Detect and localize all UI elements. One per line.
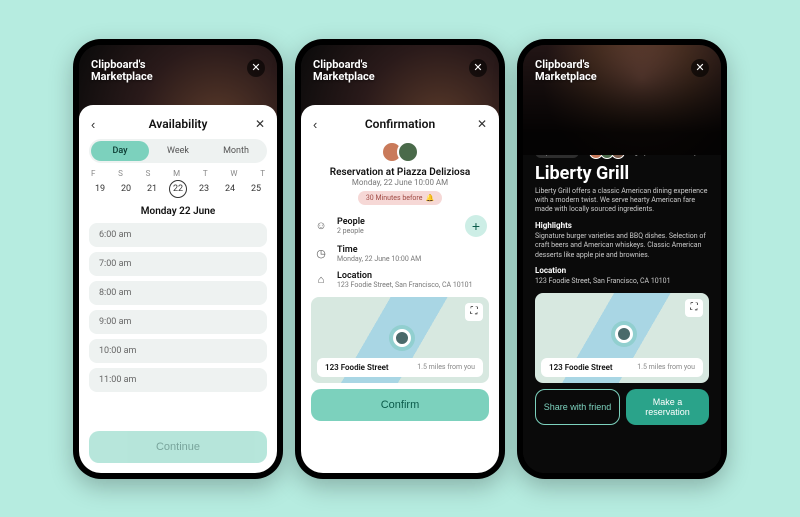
time-label: Time xyxy=(337,245,421,255)
date-cell[interactable]: 19 xyxy=(91,180,109,198)
highlights-text: Signature burger varieties and BBQ dishe… xyxy=(535,232,709,260)
reminder-badge[interactable]: 30 Minutes before 🔔 xyxy=(358,191,442,205)
back-icon[interactable]: ‹ xyxy=(91,117,95,132)
location-row: ⌂ Location 123 Foodie Street, San Franci… xyxy=(311,267,489,293)
close-icon[interactable]: ✕ xyxy=(247,59,265,77)
map-pin-icon xyxy=(615,325,633,343)
close-icon[interactable]: ✕ xyxy=(691,59,709,77)
reservation-subtitle: Reservation at Piazza Deliziosa xyxy=(311,167,489,178)
weekday: W xyxy=(230,169,237,178)
weekday: T xyxy=(203,169,208,178)
hero-image: Clipboard's Marketplace ✕ xyxy=(523,45,721,155)
people-icon: ☺ xyxy=(313,218,329,234)
date-cell[interactable]: 20 xyxy=(117,180,135,198)
app-brand: Clipboard's Marketplace xyxy=(91,59,153,83)
selected-date-label: Monday 22 June xyxy=(89,206,267,217)
date-cell[interactable]: 24 xyxy=(221,180,239,198)
weekday: S xyxy=(118,169,123,178)
segment-day[interactable]: Day xyxy=(91,141,149,161)
restaurant-description: Liberty Grill offers a classic American … xyxy=(535,187,709,215)
avatar-group xyxy=(311,141,489,163)
back-icon[interactable]: ‹ xyxy=(313,117,317,132)
highlights-label: Highlights xyxy=(535,221,709,230)
car-icon: ⌂ xyxy=(313,272,329,288)
time-row: ◷ Time Monday, 22 June 10:00 AM xyxy=(311,241,489,267)
segment-month[interactable]: Month xyxy=(207,141,265,161)
add-people-button[interactable]: + xyxy=(465,215,487,237)
close-icon[interactable]: ✕ xyxy=(255,117,265,131)
app-brand: Clipboard's Marketplace xyxy=(535,59,597,83)
weekday: M xyxy=(173,169,180,178)
phone-restaurant-detail: Clipboard's Marketplace ✕ Open Late High… xyxy=(517,39,727,479)
restaurant-detail: Clipboard's Marketplace ✕ Open Late High… xyxy=(523,45,721,473)
time-slot[interactable]: 6:00 am xyxy=(89,223,267,247)
close-icon[interactable]: ✕ xyxy=(477,117,487,131)
map[interactable]: ⛶ 123 Foodie Street 1.5 miles from you xyxy=(535,293,709,383)
confirmation-sheet: ‹ Confirmation ✕ Reservation at Piazza D… xyxy=(301,105,499,473)
phone-confirmation: Clipboard's Marketplace ✕ ‹ Confirmation… xyxy=(295,39,505,479)
action-row: Share with friend Make a reservation xyxy=(535,389,709,425)
time-slot[interactable]: 10:00 am xyxy=(89,339,267,363)
map-address: 123 Foodie Street xyxy=(549,363,613,372)
location-label: Location xyxy=(535,266,709,275)
expand-icon[interactable]: ⛶ xyxy=(465,303,483,321)
date-cell-selected[interactable]: 22 xyxy=(169,180,187,198)
screen: Clipboard's Marketplace ✕ ‹ Availability… xyxy=(79,45,277,473)
people-value: 2 people xyxy=(337,227,365,235)
time-slot[interactable]: 11:00 am xyxy=(89,368,267,392)
location-label: Location xyxy=(337,271,473,281)
date-cell[interactable]: 23 xyxy=(195,180,213,198)
weekday-row: F S S M T W T xyxy=(89,169,267,178)
map-distance: 1.5 miles from you xyxy=(637,363,695,371)
time-slot[interactable]: 9:00 am xyxy=(89,310,267,334)
map-address-card[interactable]: 123 Foodie Street 1.5 miles from you xyxy=(317,358,483,377)
weekday: T xyxy=(260,169,265,178)
confirm-button[interactable]: Confirm xyxy=(311,389,489,421)
date-row: 19 20 21 22 23 24 25 xyxy=(89,178,267,204)
location-text: 123 Foodie Street, San Francisco, CA 101… xyxy=(535,277,709,286)
map-address: 123 Foodie Street xyxy=(325,363,389,372)
close-icon[interactable]: ✕ xyxy=(469,59,487,77)
reserve-button[interactable]: Make a reservation xyxy=(626,389,709,425)
map[interactable]: ⛶ 123 Foodie Street 1.5 miles from you xyxy=(311,297,489,383)
date-cell[interactable]: 25 xyxy=(247,180,265,198)
screen: Clipboard's Marketplace ✕ ‹ Confirmation… xyxy=(301,45,499,473)
reminder-text: 30 Minutes before xyxy=(366,194,423,202)
avatar xyxy=(397,141,419,163)
weekday: S xyxy=(146,169,151,178)
map-address-card[interactable]: 123 Foodie Street 1.5 miles from you xyxy=(541,358,703,377)
screen: Clipboard's Marketplace ✕ Open Late High… xyxy=(523,45,721,473)
sheet-header: ‹ Availability ✕ xyxy=(89,115,267,139)
app-brand: Clipboard's Marketplace xyxy=(313,59,375,83)
map-pin-icon xyxy=(393,329,411,347)
availability-sheet: ‹ Availability ✕ Day Week Month F S S M … xyxy=(79,105,277,473)
sheet-header: ‹ Confirmation ✕ xyxy=(311,115,489,139)
share-button[interactable]: Share with friend xyxy=(535,389,620,425)
phone-availability: Clipboard's Marketplace ✕ ‹ Availability… xyxy=(73,39,283,479)
time-slot[interactable]: 7:00 am xyxy=(89,252,267,276)
restaurant-title: Liberty Grill xyxy=(535,163,709,184)
clock-icon: ◷ xyxy=(313,246,329,262)
reservation-date: Monday, 22 June 10:00 AM xyxy=(311,178,489,187)
time-slot[interactable]: 8:00 am xyxy=(89,281,267,305)
continue-button[interactable]: Continue xyxy=(89,431,267,463)
map-distance: 1.5 miles from you xyxy=(417,363,475,371)
expand-icon[interactable]: ⛶ xyxy=(685,299,703,317)
sheet-title: Availability xyxy=(149,117,208,131)
people-label: People xyxy=(337,217,365,227)
people-row: ☺ People 2 people + xyxy=(311,211,489,241)
sheet-title: Confirmation xyxy=(365,117,435,131)
weekday: F xyxy=(91,169,95,178)
bell-icon: 🔔 xyxy=(425,194,434,202)
time-value: Monday, 22 June 10:00 AM xyxy=(337,255,421,263)
location-value: 123 Foodie Street, San Francisco, CA 101… xyxy=(337,281,473,289)
date-cell[interactable]: 21 xyxy=(143,180,161,198)
segment-week[interactable]: Week xyxy=(149,141,207,161)
view-segment[interactable]: Day Week Month xyxy=(89,139,267,163)
